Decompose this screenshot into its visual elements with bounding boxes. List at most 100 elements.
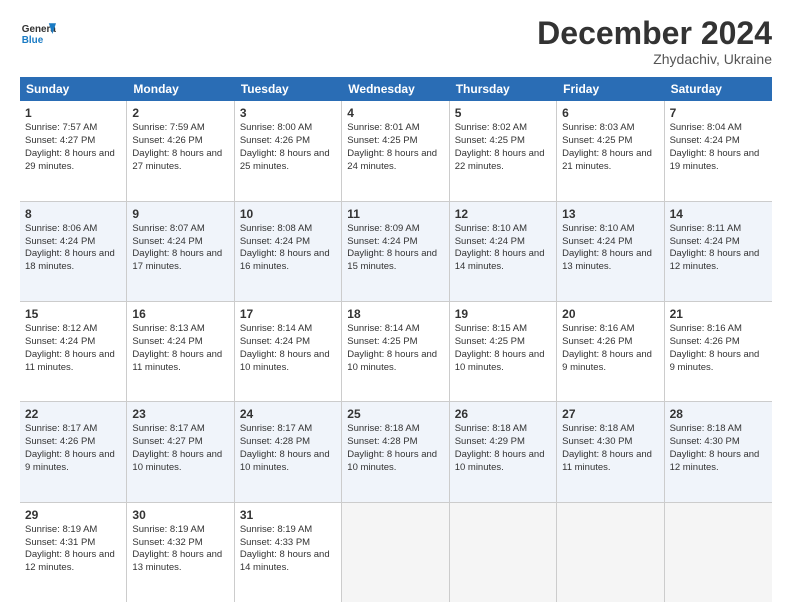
sunset-text: Sunset: 4:24 PM	[25, 236, 95, 247]
sunset-text: Sunset: 4:24 PM	[240, 336, 310, 347]
daylight-text: Daylight: 8 hours and 10 minutes.	[240, 449, 330, 473]
title-area: December 2024 Zhydachiv, Ukraine	[537, 16, 772, 67]
day-cell-10: 10Sunrise: 8:08 AMSunset: 4:24 PMDayligh…	[235, 202, 342, 301]
day-number: 10	[240, 206, 336, 222]
daylight-text: Daylight: 8 hours and 13 minutes.	[132, 549, 222, 573]
day-cell-30: 30Sunrise: 8:19 AMSunset: 4:32 PMDayligh…	[127, 503, 234, 602]
sunset-text: Sunset: 4:24 PM	[670, 135, 740, 146]
day-number: 24	[240, 406, 336, 422]
day-cell-12: 12Sunrise: 8:10 AMSunset: 4:24 PMDayligh…	[450, 202, 557, 301]
month-title: December 2024	[537, 16, 772, 51]
daylight-text: Daylight: 8 hours and 19 minutes.	[670, 148, 760, 172]
sunset-text: Sunset: 4:24 PM	[25, 336, 95, 347]
day-number: 13	[562, 206, 658, 222]
header-wednesday: Wednesday	[342, 77, 449, 101]
daylight-text: Daylight: 8 hours and 18 minutes.	[25, 248, 115, 272]
sunset-text: Sunset: 4:24 PM	[132, 336, 202, 347]
sunrise-text: Sunrise: 8:14 AM	[240, 323, 312, 334]
sunset-text: Sunset: 4:30 PM	[670, 436, 740, 447]
sunset-text: Sunset: 4:27 PM	[132, 436, 202, 447]
day-number: 25	[347, 406, 443, 422]
header-monday: Monday	[127, 77, 234, 101]
daylight-text: Daylight: 8 hours and 16 minutes.	[240, 248, 330, 272]
daylight-text: Daylight: 8 hours and 9 minutes.	[25, 449, 115, 473]
page: General Blue December 2024 Zhydachiv, Uk…	[0, 0, 792, 612]
day-number: 23	[132, 406, 228, 422]
day-number: 15	[25, 306, 121, 322]
sunrise-text: Sunrise: 8:18 AM	[347, 423, 419, 434]
day-number: 16	[132, 306, 228, 322]
sunrise-text: Sunrise: 8:00 AM	[240, 122, 312, 133]
sunrise-text: Sunrise: 8:16 AM	[562, 323, 634, 334]
sunrise-text: Sunrise: 7:57 AM	[25, 122, 97, 133]
empty-cell	[665, 503, 772, 602]
subtitle: Zhydachiv, Ukraine	[537, 51, 772, 67]
daylight-text: Daylight: 8 hours and 14 minutes.	[455, 248, 545, 272]
day-number: 28	[670, 406, 767, 422]
logo: General Blue	[20, 16, 60, 52]
day-number: 11	[347, 206, 443, 222]
day-number: 29	[25, 507, 121, 523]
day-cell-28: 28Sunrise: 8:18 AMSunset: 4:30 PMDayligh…	[665, 402, 772, 501]
day-number: 5	[455, 105, 551, 121]
calendar-header: Sunday Monday Tuesday Wednesday Thursday…	[20, 77, 772, 101]
sunrise-text: Sunrise: 8:18 AM	[562, 423, 634, 434]
sunrise-text: Sunrise: 8:11 AM	[670, 223, 742, 234]
day-cell-4: 4Sunrise: 8:01 AMSunset: 4:25 PMDaylight…	[342, 101, 449, 200]
day-cell-11: 11Sunrise: 8:09 AMSunset: 4:24 PMDayligh…	[342, 202, 449, 301]
header: General Blue December 2024 Zhydachiv, Uk…	[20, 16, 772, 67]
sunrise-text: Sunrise: 8:17 AM	[132, 423, 204, 434]
day-cell-18: 18Sunrise: 8:14 AM Sunset: 4:25 PM Dayligh…	[342, 302, 449, 401]
daylight-text: Daylight: 8 hours and 12 minutes.	[670, 248, 760, 272]
day-cell-27: 27Sunrise: 8:18 AMSunset: 4:30 PMDayligh…	[557, 402, 664, 501]
empty-cell	[450, 503, 557, 602]
week-row-2: 8Sunrise: 8:06 AMSunset: 4:24 PMDaylight…	[20, 202, 772, 302]
sunrise-text: Sunrise: 8:14 AM	[347, 323, 419, 334]
day-cell-22: 22Sunrise: 8:17 AM Sunset: 4:26 PM Dayligh…	[20, 402, 127, 501]
day-number: 20	[562, 306, 658, 322]
daylight-text: Daylight: 8 hours and 12 minutes.	[25, 549, 115, 573]
day-cell-17: 17Sunrise: 8:14 AMSunset: 4:24 PMDayligh…	[235, 302, 342, 401]
day-number: 6	[562, 105, 658, 121]
daylight-text: Daylight: 8 hours and 22 minutes.	[455, 148, 545, 172]
sunrise-text: Sunrise: 8:13 AM	[132, 323, 204, 334]
svg-text:Blue: Blue	[22, 35, 44, 46]
day-number: 19	[455, 306, 551, 322]
sunset-text: Sunset: 4:24 PM	[562, 236, 632, 247]
sunset-text: Sunset: 4:26 PM	[25, 436, 95, 447]
sunset-text: Sunset: 4:24 PM	[347, 236, 417, 247]
sunset-text: Sunset: 4:31 PM	[25, 537, 95, 548]
header-tuesday: Tuesday	[235, 77, 342, 101]
daylight-text: Daylight: 8 hours and 10 minutes.	[347, 349, 437, 373]
empty-cell	[342, 503, 449, 602]
daylight-text: Daylight: 8 hours and 25 minutes.	[240, 148, 330, 172]
daylight-text: Daylight: 8 hours and 10 minutes.	[347, 449, 437, 473]
sunrise-text: Sunrise: 8:08 AM	[240, 223, 312, 234]
sunset-text: Sunset: 4:33 PM	[240, 537, 310, 548]
sunset-text: Sunset: 4:30 PM	[562, 436, 632, 447]
day-cell-29: 29Sunrise: 8:19 AMSunset: 4:31 PMDayligh…	[20, 503, 127, 602]
sunset-text: Sunset: 4:25 PM	[347, 336, 417, 347]
daylight-text: Daylight: 8 hours and 21 minutes.	[562, 148, 652, 172]
day-cell-24: 24Sunrise: 8:17 AMSunset: 4:28 PMDayligh…	[235, 402, 342, 501]
day-number: 21	[670, 306, 767, 322]
day-number: 18	[347, 306, 443, 322]
day-number: 22	[25, 406, 121, 422]
day-cell-3: 3Sunrise: 8:00 AMSunset: 4:26 PMDaylight…	[235, 101, 342, 200]
sunrise-text: Sunrise: 8:19 AM	[240, 524, 312, 535]
sunrise-text: Sunrise: 8:01 AM	[347, 122, 419, 133]
sunrise-text: Sunrise: 8:10 AM	[455, 223, 527, 234]
sunrise-text: Sunrise: 8:17 AM	[240, 423, 312, 434]
logo-icon: General Blue	[20, 16, 56, 52]
sunrise-text: Sunrise: 8:17 AM	[25, 423, 97, 434]
day-cell-14: 14Sunrise: 8:11 AMSunset: 4:24 PMDayligh…	[665, 202, 772, 301]
header-friday: Friday	[557, 77, 664, 101]
sunset-text: Sunset: 4:26 PM	[670, 336, 740, 347]
week-row-5: 29Sunrise: 8:19 AMSunset: 4:31 PMDayligh…	[20, 503, 772, 602]
sunrise-text: Sunrise: 8:16 AM	[670, 323, 742, 334]
sunset-text: Sunset: 4:25 PM	[562, 135, 632, 146]
day-number: 26	[455, 406, 551, 422]
sunrise-text: Sunrise: 8:18 AM	[670, 423, 742, 434]
daylight-text: Daylight: 8 hours and 24 minutes.	[347, 148, 437, 172]
sunrise-text: Sunrise: 8:19 AM	[132, 524, 204, 535]
